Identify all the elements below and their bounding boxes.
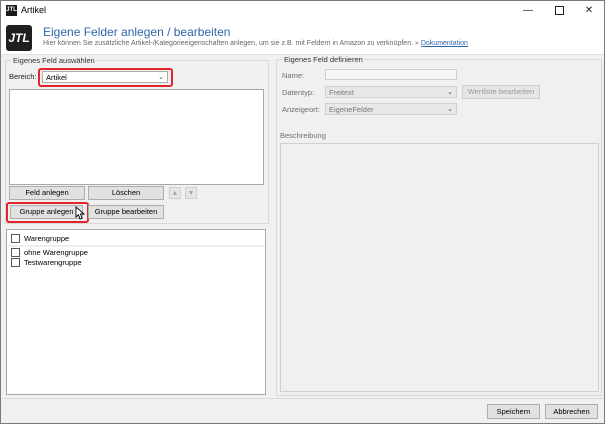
dialog-window: JTL Artikel — ✕ JTL Eigene Felder anlege… (0, 0, 605, 424)
chevron-down-icon: ⌄ (447, 106, 453, 113)
beschreibung-label: Beschreibung (280, 131, 326, 140)
subtitle-text: Hier können Sie zusätzliche Artikel-/Kat… (43, 40, 414, 47)
wertliste-bearbeiten-button[interactable]: Wertliste bearbeiten (462, 85, 540, 99)
maximize-button[interactable] (544, 1, 574, 20)
mouse-cursor-icon (75, 206, 86, 220)
feld-anlegen-button[interactable]: Feld anlegen (9, 186, 85, 200)
warengruppe-tree: Warengruppe ohne Warengruppe Testwarengr… (6, 229, 266, 395)
maximize-icon (554, 6, 564, 15)
dialog-header: JTL Eigene Felder anlegen / bearbeiten H… (1, 20, 604, 55)
anzeigeort-select[interactable]: EigeneFelder ⌄ (325, 103, 457, 115)
cancel-button[interactable]: Abbrechen (545, 404, 598, 419)
datentyp-select[interactable]: Freitext ⌄ (325, 86, 457, 98)
tree-item-label: Testwarengruppe (24, 258, 82, 267)
minimize-icon: — (523, 5, 533, 16)
app-icon: JTL (6, 5, 17, 16)
checkbox[interactable] (11, 258, 20, 267)
tree-item[interactable]: Testwarengruppe (11, 257, 82, 268)
arrow-down-icon: ▼ (187, 190, 195, 197)
footer-divider (1, 398, 604, 399)
tree-item-label: Warengruppe (24, 234, 70, 243)
name-label: Name: (282, 71, 305, 80)
tree-item[interactable]: Warengruppe (11, 233, 69, 244)
beschreibung-textarea[interactable] (280, 143, 599, 392)
title-bar: JTL Artikel — ✕ (1, 1, 604, 20)
arrow-up-icon: ▲ (171, 190, 179, 197)
checkbox[interactable] (11, 248, 20, 257)
save-button[interactable]: Speichern (487, 404, 540, 419)
highlight-bereich (38, 68, 173, 87)
bereich-label: Bereich: (9, 72, 37, 81)
checkbox[interactable] (11, 234, 20, 243)
tree-item-label: ohne Warengruppe (24, 248, 88, 257)
gruppe-bearbeiten-button[interactable]: Gruppe bearbeiten (88, 205, 164, 219)
datentyp-label: Datentyp: (282, 88, 315, 97)
jtl-logo: JTL (6, 25, 32, 51)
name-input[interactable] (325, 69, 457, 80)
anzeigeort-value: EigeneFelder (329, 105, 374, 114)
minimize-button[interactable]: — (513, 1, 543, 20)
field-list[interactable] (9, 89, 264, 185)
link-prefix: » (415, 40, 419, 47)
move-up-button[interactable]: ▲ (169, 187, 181, 199)
close-button[interactable]: ✕ (574, 1, 604, 20)
loeschen-button[interactable]: Löschen (88, 186, 164, 200)
move-down-button[interactable]: ▼ (185, 187, 197, 199)
datentyp-value: Freitext (329, 88, 355, 97)
select-field-group-title: Eigenes Feld auswählen (12, 56, 96, 66)
window-title: Artikel (21, 5, 47, 15)
page-subtitle: Hier können Sie zusätzliche Artikel-/Kat… (43, 40, 468, 47)
chevron-down-icon: ⌄ (447, 89, 453, 96)
page-title: Eigene Felder anlegen / bearbeiten (43, 25, 231, 39)
define-field-group-title: Eigenes Feld definieren (283, 55, 364, 65)
close-icon: ✕ (584, 5, 594, 16)
anzeigeort-label: Anzeigeort: (282, 105, 320, 114)
documentation-link[interactable]: Dokumentation (421, 40, 468, 47)
